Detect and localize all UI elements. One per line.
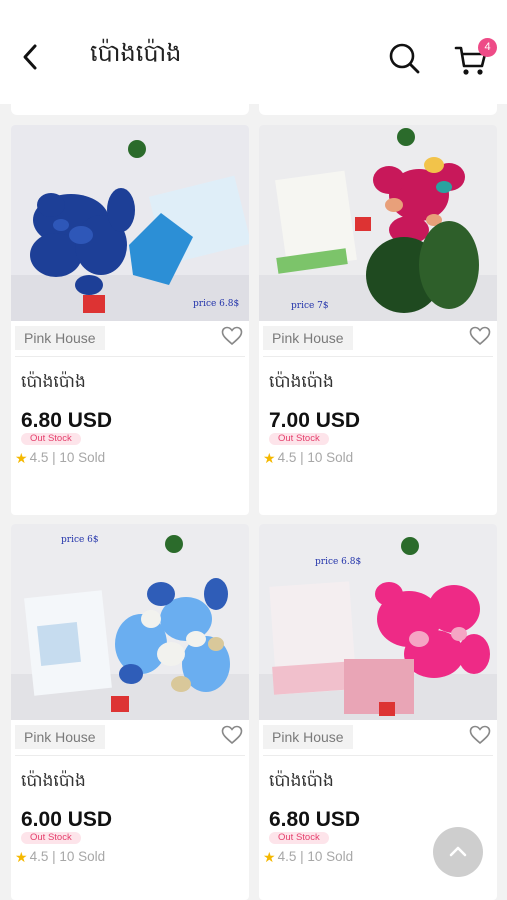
product-price: 7.00 USD: [269, 409, 361, 432]
stock-status-badge: Out Stock: [269, 832, 329, 844]
image-price-label: price 6$: [61, 535, 99, 545]
rating-row: ★ 4.5 | 10 Sold: [15, 849, 105, 864]
stock-status-badge: Out Stock: [269, 433, 329, 445]
divider: [263, 356, 493, 357]
shop-label: Pink House: [263, 725, 353, 749]
stock-status-badge: Out Stock: [21, 433, 81, 445]
product-name: ប៉ោងប៉ោង: [269, 771, 334, 791]
product-name: ប៉ោងប៉ោង: [269, 372, 334, 392]
rating-row: ★ 4.5 | 10 Sold: [263, 849, 353, 864]
rating-row: ★ 4.5 | 10 Sold: [15, 450, 105, 465]
product-image[interactable]: price 7$: [259, 125, 497, 321]
rating-text: 4.5 | 10 Sold: [277, 450, 354, 465]
heart-outline-icon: [469, 725, 491, 749]
shop-label: Pink House: [15, 326, 105, 350]
previous-card-bottom: [11, 98, 249, 115]
star-icon: ★: [15, 848, 28, 865]
product-price: 6.00 USD: [21, 808, 113, 831]
heart-outline-icon: [221, 725, 243, 749]
chevron-up-icon: [448, 843, 468, 862]
shop-label: Pink House: [15, 725, 105, 749]
favorite-button[interactable]: [467, 724, 493, 750]
divider: [15, 755, 245, 756]
rating-text: 4.5 | 10 Sold: [277, 849, 354, 864]
star-icon: ★: [15, 449, 28, 466]
back-button[interactable]: [14, 40, 46, 78]
rating-text: 4.5 | 10 Sold: [29, 450, 106, 465]
shop-label: Pink House: [263, 326, 353, 350]
search-icon: [387, 41, 421, 79]
page-title: ប៉ោងប៉ោង: [90, 39, 182, 67]
product-image[interactable]: price 6$: [11, 524, 249, 720]
image-price-label: price 6.8$: [193, 299, 239, 309]
scroll-to-top-button[interactable]: [433, 827, 483, 877]
heart-outline-icon: [221, 326, 243, 350]
favorite-button[interactable]: [219, 325, 245, 351]
product-card[interactable]: price 7$ Pink House ប៉ោងប៉ោង 7.00 USD Ou…: [259, 125, 497, 515]
rating-row: ★ 4.5 | 10 Sold: [263, 450, 353, 465]
product-card[interactable]: price 6$ Pink House ប៉ោងប៉ោង 6.00 USD Ou…: [11, 524, 249, 900]
previous-card-bottom: [259, 98, 497, 115]
product-image[interactable]: price 6.8$: [11, 125, 249, 321]
product-price: 6.80 USD: [269, 808, 361, 831]
cart-button[interactable]: 4: [450, 38, 500, 82]
rating-text: 4.5 | 10 Sold: [29, 849, 106, 864]
product-price: 6.80 USD: [21, 409, 113, 432]
divider: [263, 755, 493, 756]
app-header: ប៉ោងប៉ោង 4: [0, 0, 507, 104]
stock-status-badge: Out Stock: [21, 832, 81, 844]
chevron-left-icon: [20, 43, 40, 75]
product-image[interactable]: price 6.8$: [259, 524, 497, 720]
star-icon: ★: [263, 848, 276, 865]
favorite-button[interactable]: [219, 724, 245, 750]
product-card[interactable]: price 6.8$ Pink House ប៉ោងប៉ោង 6.80 USD …: [11, 125, 249, 515]
product-name: ប៉ោងប៉ោង: [21, 372, 86, 392]
divider: [15, 356, 245, 357]
cart-count-badge: 4: [478, 38, 497, 57]
heart-outline-icon: [469, 326, 491, 350]
favorite-button[interactable]: [467, 325, 493, 351]
search-button[interactable]: [384, 40, 424, 80]
product-name: ប៉ោងប៉ោង: [21, 771, 86, 791]
image-price-label: price 7$: [291, 301, 329, 311]
star-icon: ★: [263, 449, 276, 466]
image-price-label: price 6.8$: [315, 557, 361, 567]
